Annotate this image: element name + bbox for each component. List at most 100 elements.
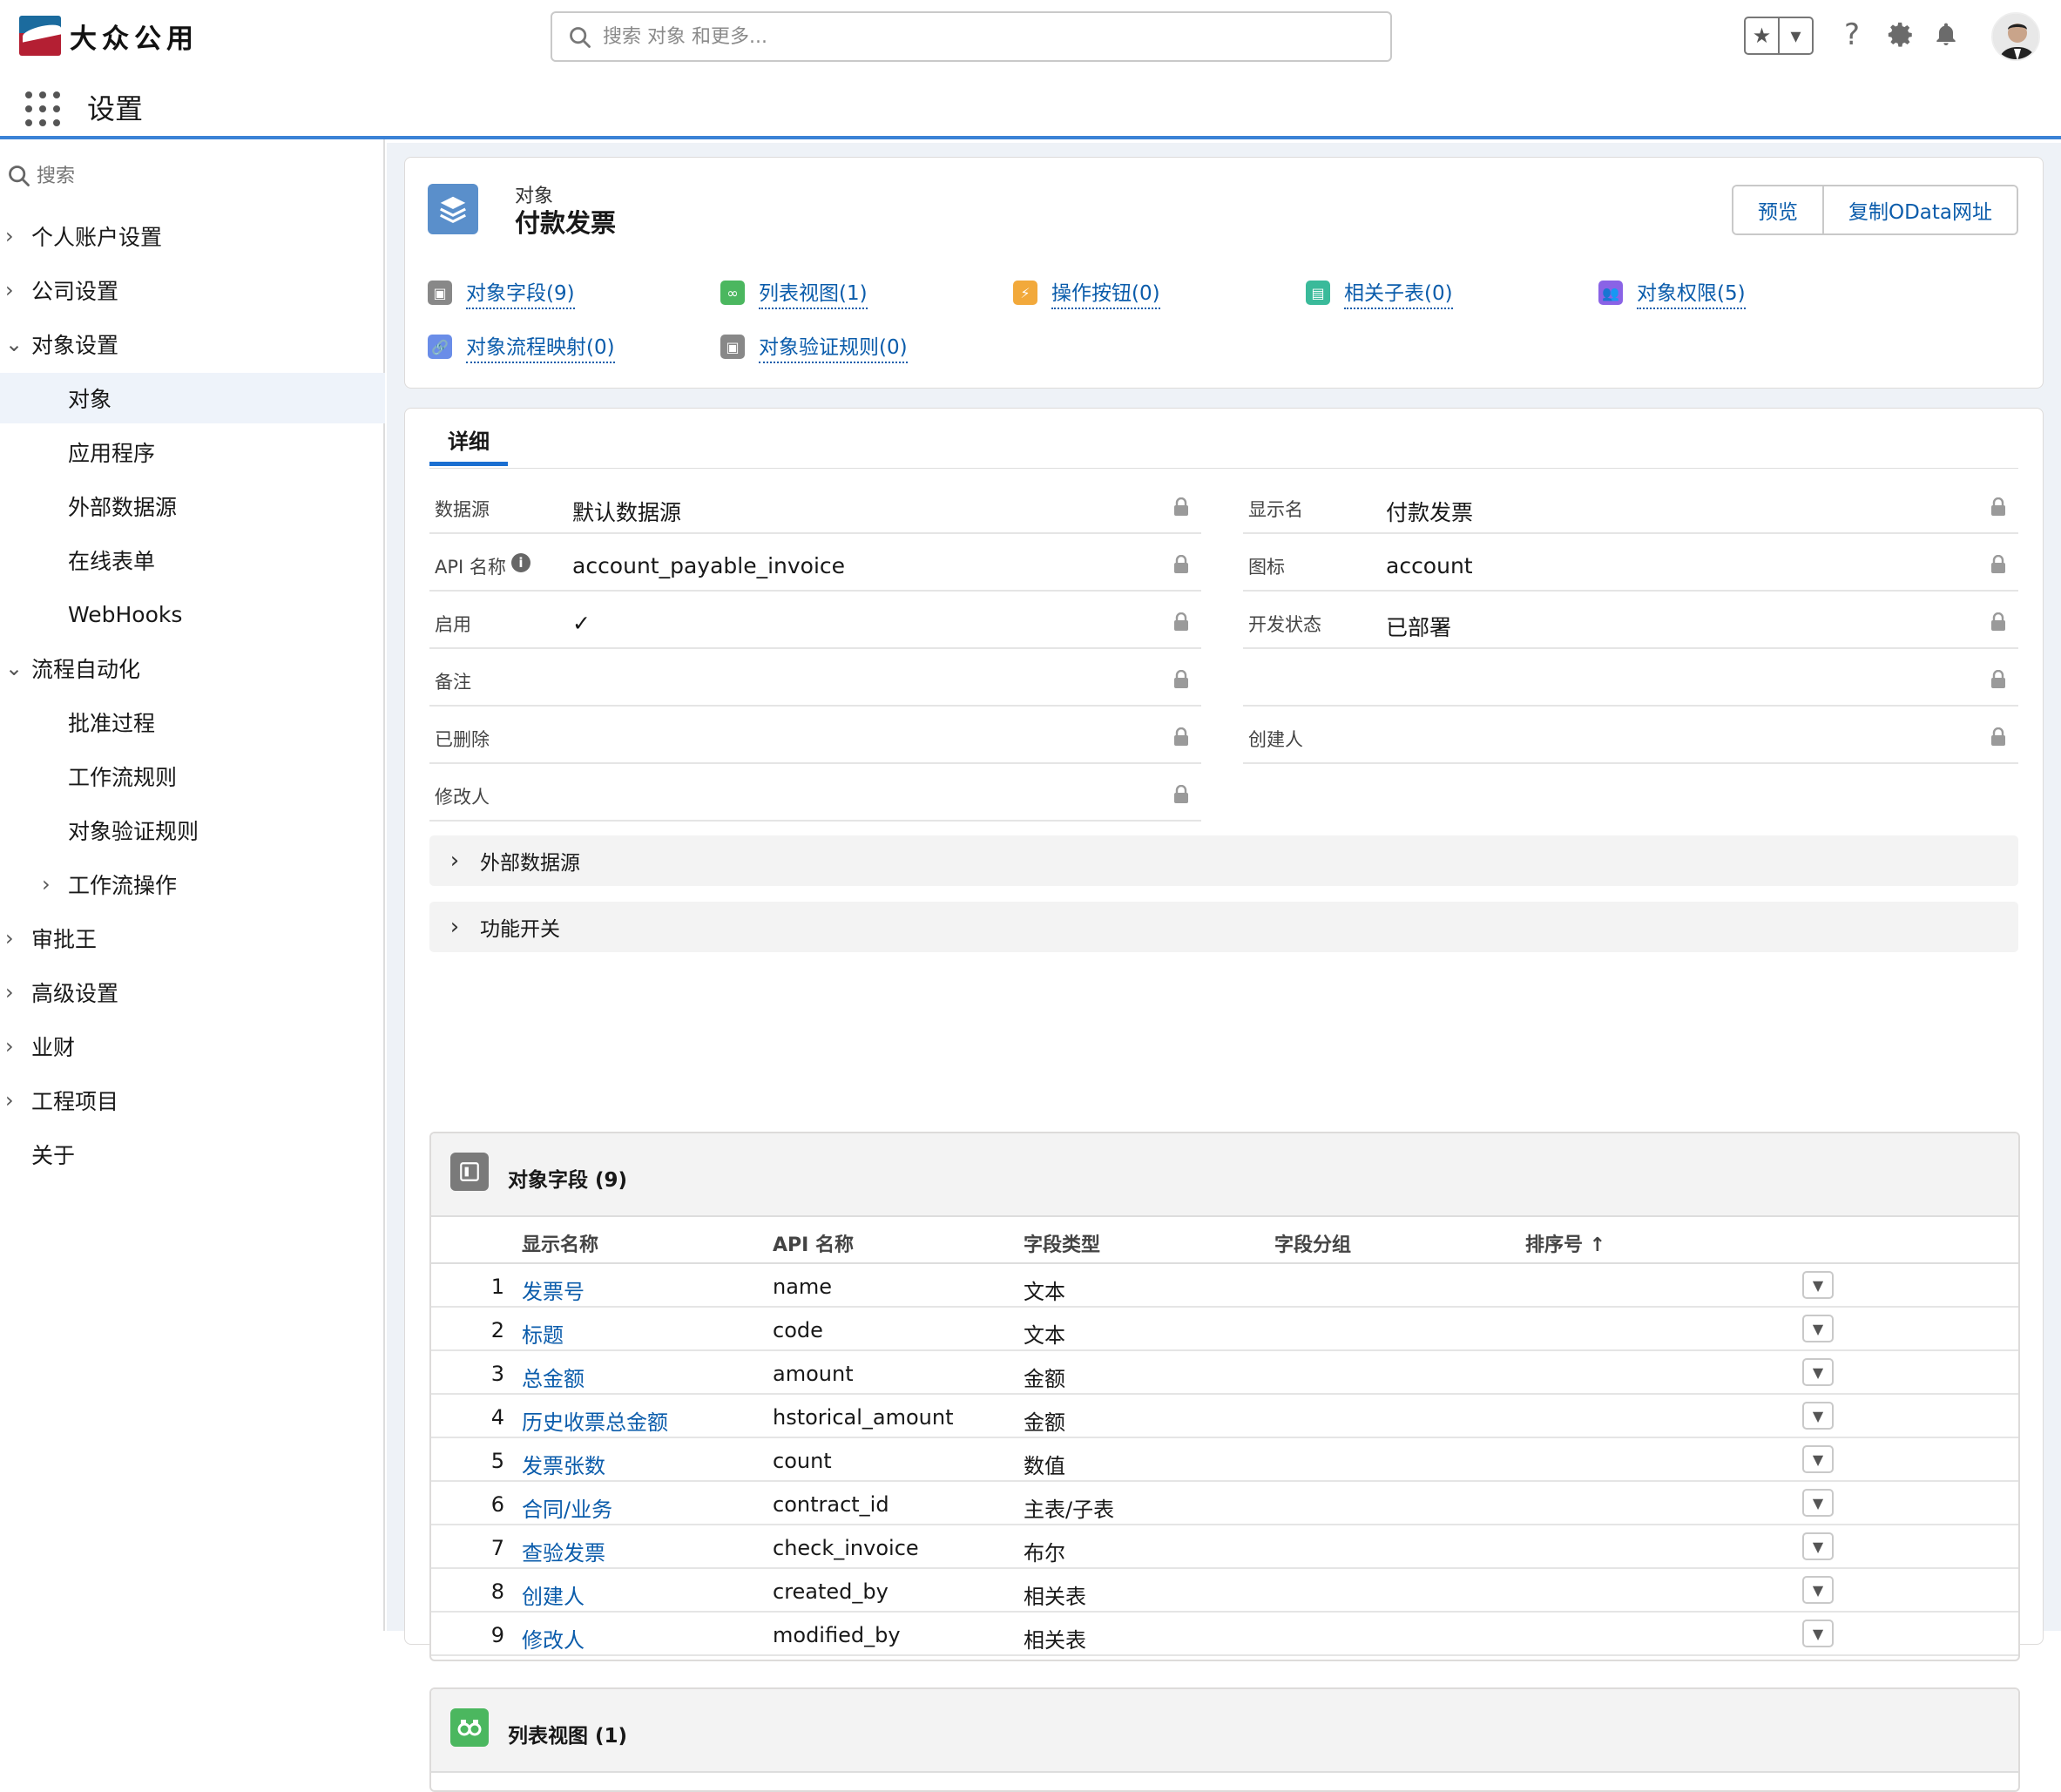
chevron-right-icon[interactable]: › bbox=[5, 1088, 14, 1112]
chevron-right-icon[interactable]: › bbox=[42, 872, 51, 896]
sidebar-item[interactable]: 对象验证规则 bbox=[0, 805, 385, 855]
field-label: 修改人 bbox=[435, 787, 490, 808]
row-actions-dropdown[interactable]: ▼ bbox=[1802, 1358, 1834, 1386]
row-actions-dropdown[interactable]: ▼ bbox=[1802, 1532, 1834, 1560]
detail-field-row: 数据源 默认数据源 bbox=[429, 478, 1201, 534]
subtable-icon: ▤ bbox=[1306, 281, 1330, 305]
row-actions-dropdown[interactable]: ▼ bbox=[1802, 1271, 1834, 1299]
chevron-down-icon[interactable]: ▾ bbox=[1780, 18, 1812, 53]
field-name-link[interactable]: 历史收票总金额 bbox=[522, 1405, 668, 1436]
section-external-datasource[interactable]: › 外部数据源 bbox=[429, 835, 2018, 886]
sidebar-item[interactable]: ⌄ 对象设置 bbox=[0, 319, 385, 369]
object-header-card: 对象 付款发票 预览 复制OData网址 ▣ 对象字段(9) ∞ 列表视图(1) ⚡ 操作… bbox=[404, 157, 2044, 389]
col-field-type[interactable]: 字段类型 bbox=[1024, 1229, 1100, 1257]
sidebar-item[interactable]: 工作流规则 bbox=[0, 751, 385, 801]
copy-odata-button[interactable]: 复制OData网址 bbox=[1821, 186, 2017, 233]
quick-link[interactable]: 🔗 对象流程映射(0) bbox=[428, 330, 615, 363]
search-icon bbox=[9, 166, 30, 186]
chevron-right-icon[interactable]: › bbox=[5, 1034, 14, 1058]
chevron-down-icon: ▼ bbox=[1812, 1320, 1824, 1337]
quick-link[interactable]: ⚡ 操作按钮(0) bbox=[1013, 276, 1160, 309]
sidebar-item[interactable]: 批准过程 bbox=[0, 697, 385, 747]
quick-link-label: 列表视图(1) bbox=[759, 276, 868, 309]
chevron-right-icon[interactable]: › bbox=[5, 980, 14, 1004]
field-name-link[interactable]: 查验发票 bbox=[522, 1536, 605, 1566]
col-field-group[interactable]: 字段分组 bbox=[1274, 1229, 1351, 1257]
quick-link[interactable]: ▣ 对象字段(9) bbox=[428, 276, 575, 309]
sidebar-item[interactable]: 在线表单 bbox=[0, 535, 385, 585]
info-icon[interactable]: i bbox=[511, 553, 530, 572]
sidebar-item[interactable]: 对象 bbox=[0, 373, 385, 423]
col-api-name[interactable]: API 名称 bbox=[773, 1229, 854, 1257]
quick-link[interactable]: 👥 对象权限(5) bbox=[1598, 276, 1746, 309]
chevron-down-icon[interactable]: ⌄ bbox=[5, 332, 23, 356]
sidebar-item[interactable]: 关于 bbox=[0, 1129, 385, 1180]
chevron-down-icon[interactable]: ⌄ bbox=[5, 656, 23, 680]
chevron-down-icon: ▼ bbox=[1812, 1451, 1824, 1468]
field-type: 金额 bbox=[1024, 1410, 1065, 1435]
chevron-right-icon[interactable]: › bbox=[5, 278, 14, 302]
field-name-link[interactable]: 标题 bbox=[522, 1318, 564, 1349]
sidebar-item[interactable]: › 审批王 bbox=[0, 913, 385, 964]
star-icon[interactable]: ★ bbox=[1746, 18, 1780, 53]
field-type: 文本 bbox=[1024, 1280, 1065, 1304]
col-sort-order[interactable]: 排序号 ↑ bbox=[1525, 1229, 1605, 1257]
sidebar-item[interactable]: › 个人账户设置 bbox=[0, 211, 385, 261]
chevron-right-icon[interactable]: › bbox=[5, 926, 14, 950]
sidebar-search-input[interactable] bbox=[37, 162, 368, 190]
listviews-title: 列表视图 (1) bbox=[508, 1725, 628, 1748]
company-logo[interactable] bbox=[19, 16, 61, 56]
section-feature-switch[interactable]: › 功能开关 bbox=[429, 902, 2018, 952]
field-value: account bbox=[1386, 553, 1473, 578]
object-actions: 预览 复制OData网址 bbox=[1731, 185, 2018, 235]
field-type: 文本 bbox=[1024, 1323, 1065, 1348]
col-display-name[interactable]: 显示名称 bbox=[522, 1229, 598, 1257]
user-avatar[interactable] bbox=[1991, 12, 2040, 61]
search-icon bbox=[570, 27, 591, 48]
layers-icon bbox=[428, 184, 478, 234]
bell-icon[interactable] bbox=[1927, 16, 1965, 54]
row-actions-dropdown[interactable]: ▼ bbox=[1802, 1402, 1834, 1430]
app-launcher-icon[interactable] bbox=[24, 91, 61, 127]
field-value: ✓ bbox=[572, 611, 591, 636]
row-actions-dropdown[interactable]: ▼ bbox=[1802, 1489, 1834, 1517]
field-name-link[interactable]: 合同/业务 bbox=[522, 1492, 612, 1523]
sidebar-item[interactable]: › 工程项目 bbox=[0, 1075, 385, 1126]
field-name-link[interactable]: 修改人 bbox=[522, 1623, 585, 1653]
chevron-right-icon[interactable]: › bbox=[5, 224, 14, 248]
help-icon[interactable]: ? bbox=[1833, 16, 1871, 54]
sidebar-item[interactable]: › 公司设置 bbox=[0, 265, 385, 315]
global-search-input[interactable] bbox=[603, 22, 1369, 51]
favorites-control[interactable]: ★ ▾ bbox=[1744, 17, 1814, 55]
row-actions-dropdown[interactable]: ▼ bbox=[1802, 1576, 1834, 1604]
quick-link[interactable]: ∞ 列表视图(1) bbox=[720, 276, 868, 309]
field-name-link[interactable]: 创建人 bbox=[522, 1579, 585, 1610]
row-number: 6 bbox=[490, 1492, 504, 1517]
gear-icon[interactable] bbox=[1882, 16, 1920, 54]
row-actions-dropdown[interactable]: ▼ bbox=[1802, 1620, 1834, 1647]
field-api-name: modified_by bbox=[773, 1623, 901, 1647]
field-name-link[interactable]: 发票张数 bbox=[522, 1449, 605, 1479]
detail-field-row: 开发状态 已部署 bbox=[1243, 593, 2018, 649]
preview-button[interactable]: 预览 bbox=[1733, 186, 1822, 233]
sidebar-item-label: 工作流规则 bbox=[68, 765, 178, 790]
tab-detail[interactable]: 详细 bbox=[429, 424, 508, 466]
row-actions-dropdown[interactable]: ▼ bbox=[1802, 1315, 1834, 1342]
row-actions-dropdown[interactable]: ▼ bbox=[1802, 1445, 1834, 1473]
field-icon: ▣ bbox=[428, 281, 452, 305]
sidebar-item[interactable]: 外部数据源 bbox=[0, 481, 385, 531]
sidebar-item[interactable]: WebHooks bbox=[0, 589, 385, 639]
sidebar-item[interactable]: › 业财 bbox=[0, 1021, 385, 1072]
quick-link[interactable]: ▤ 相关子表(0) bbox=[1306, 276, 1453, 309]
sidebar-item[interactable]: › 工作流操作 bbox=[0, 859, 385, 910]
detail-field-row: 启用 ✓ bbox=[429, 593, 1201, 649]
field-name-link[interactable]: 总金额 bbox=[522, 1362, 585, 1392]
quick-link[interactable]: ▣ 对象验证规则(0) bbox=[720, 330, 908, 363]
field-label: 启用 bbox=[435, 614, 471, 635]
global-search[interactable] bbox=[551, 11, 1392, 62]
sidebar-item[interactable]: ⌄ 流程自动化 bbox=[0, 643, 385, 693]
sidebar-search[interactable] bbox=[7, 157, 373, 195]
sidebar-item[interactable]: 应用程序 bbox=[0, 427, 385, 477]
field-name-link[interactable]: 发票号 bbox=[522, 1275, 585, 1305]
sidebar-item[interactable]: › 高级设置 bbox=[0, 967, 385, 1018]
